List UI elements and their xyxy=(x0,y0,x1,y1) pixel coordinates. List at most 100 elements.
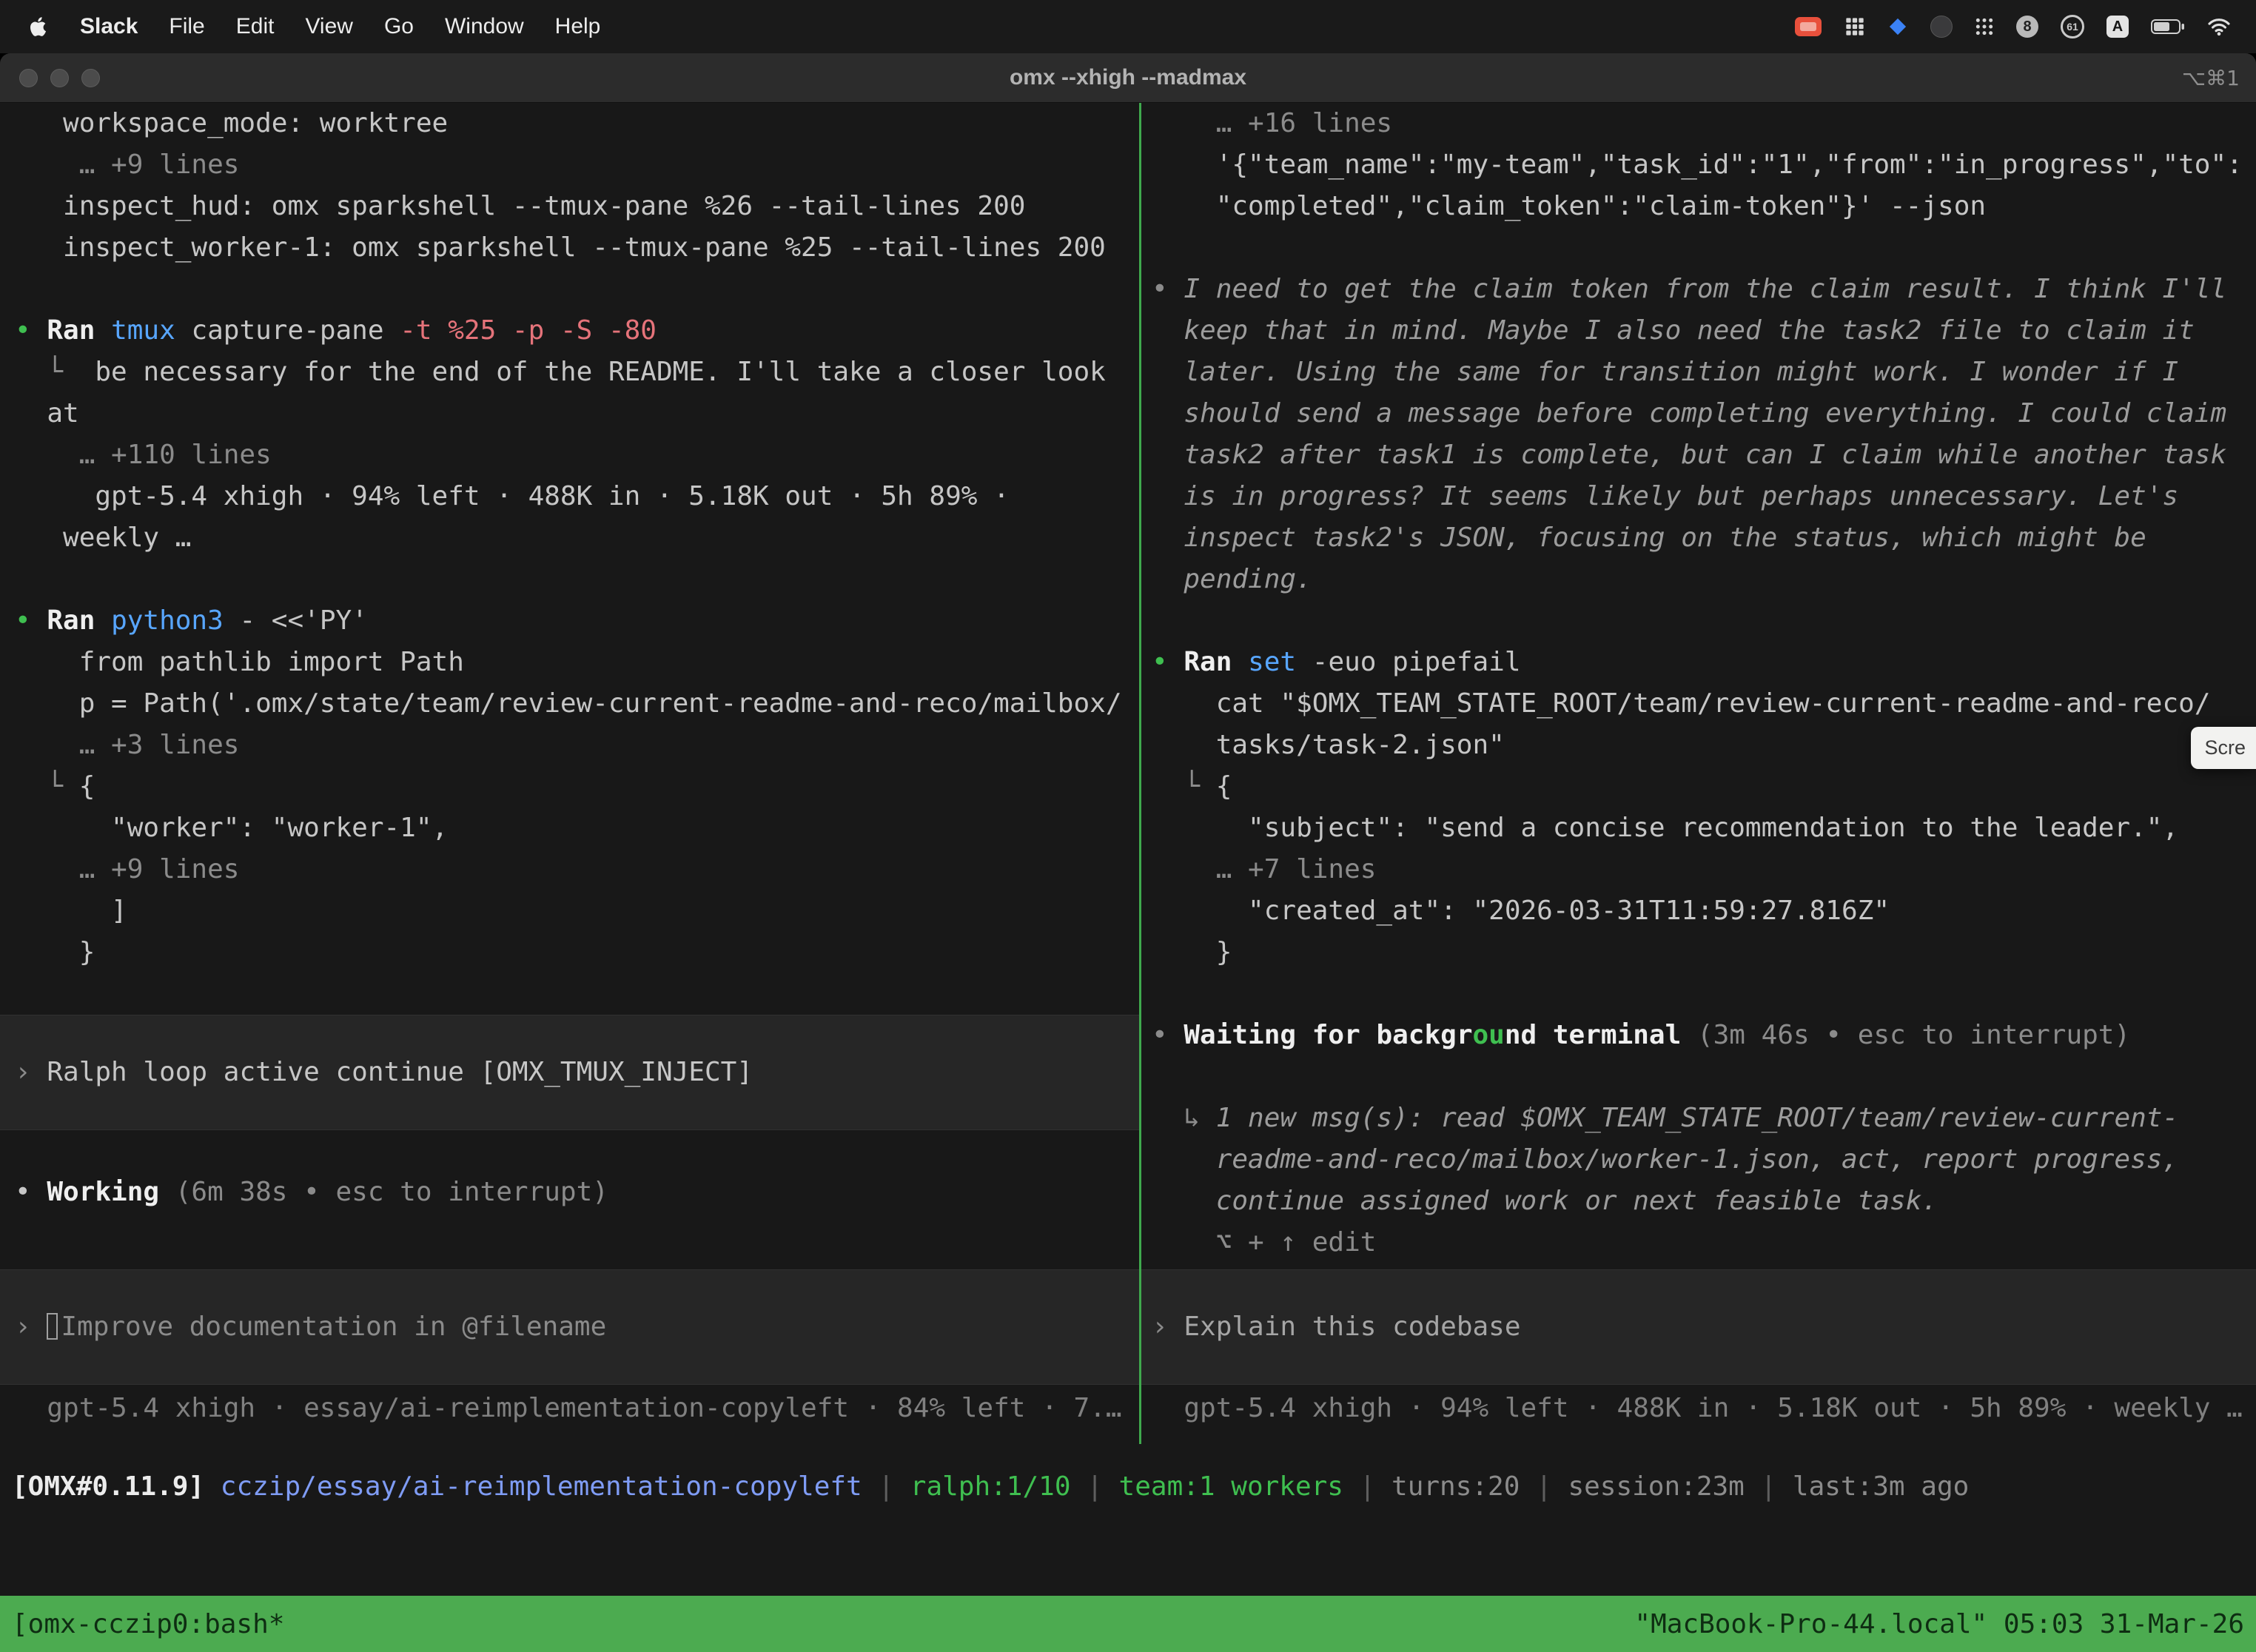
terminal-text: • xyxy=(1152,274,1184,304)
menu-item-view[interactable]: View xyxy=(305,14,352,39)
terminal-text: tasks/task-2.json" xyxy=(1152,730,1505,760)
terminal-line: gpt-5.4 xhigh · essay/ai-reimplementatio… xyxy=(0,1388,1139,1429)
status-segment: session:23m xyxy=(1568,1471,1744,1502)
zoom-button[interactable] xyxy=(81,69,100,87)
menu-item-file[interactable]: File xyxy=(169,14,204,39)
app-circle-icon[interactable] xyxy=(1930,16,1953,38)
terminal-text: • xyxy=(1152,647,1184,677)
terminal-text: … +110 lines xyxy=(15,440,272,470)
terminal-text: "worker": "worker-1", xyxy=(15,813,448,843)
terminal-text: Ralph loop active continue [OMX_TMUX_INJ… xyxy=(47,1057,753,1087)
minimize-button[interactable] xyxy=(50,69,69,87)
terminal-line: p = Path('.omx/state/team/review-current… xyxy=(0,683,1139,725)
grid-icon[interactable] xyxy=(1844,16,1865,37)
window-titlebar[interactable]: omx --xhigh --madmax ⌥⌘1 xyxy=(0,53,2256,103)
close-button[interactable] xyxy=(19,69,38,87)
terminal-text: tmux xyxy=(111,315,191,346)
battery-percent-label: 61 xyxy=(2067,21,2078,33)
battery-ring-icon[interactable]: 61 xyxy=(2061,15,2084,38)
terminal-line xyxy=(0,559,1139,600)
menu-item-window[interactable]: Window xyxy=(445,14,524,39)
terminal-pane-right[interactable]: … +16 lines '{"team_name":"my-team","tas… xyxy=(1141,103,2256,1444)
terminal-line: • Ran tmux capture-pane -t %25 -p -S -80 xyxy=(0,310,1139,352)
terminal-line: … +16 lines xyxy=(1141,103,2256,144)
terminal-line xyxy=(1141,600,2256,642)
terminal-line: … +9 lines xyxy=(0,144,1139,186)
screen-record-indicator[interactable] xyxy=(1794,16,1822,37)
terminal-text: cat "$OMX_TEAM_STATE_ROOT/team/review-cu… xyxy=(1152,688,2210,719)
terminal-text: (3m 46s • esc to interrupt) xyxy=(1697,1020,2130,1050)
composer-input[interactable]: › Improve documentation in @filename xyxy=(0,1269,1139,1385)
spacer xyxy=(1141,1263,2256,1269)
terminal-text: - <<'PY' xyxy=(239,605,367,636)
input-source-icon[interactable]: A xyxy=(2106,16,2129,38)
terminal-text: Explain this codebase xyxy=(1184,1312,1520,1342)
terminal-line: at xyxy=(0,393,1139,434)
terminal-line: } xyxy=(0,932,1139,973)
terminal-text: Ran xyxy=(47,315,111,346)
terminal-line: tasks/task-2.json" xyxy=(1141,725,2256,766)
terminal-text: └ xyxy=(1152,771,1216,802)
terminal-text: … +16 lines xyxy=(1152,108,1392,138)
terminal-text: Waiting for backgr xyxy=(1184,1020,1472,1050)
raycast-icon[interactable] xyxy=(1887,16,1908,37)
stats-icon[interactable]: 8 xyxy=(2016,16,2038,38)
terminal-line: continue assigned work or next feasible … xyxy=(1141,1181,2256,1222)
menu-item-help[interactable]: Help xyxy=(555,14,601,39)
terminal-line xyxy=(0,1213,1139,1255)
status-segment: ralph:1/10 xyxy=(910,1471,1071,1502)
status-segment: | xyxy=(862,1471,910,1502)
battery-icon[interactable] xyxy=(2151,18,2185,36)
suggestion-row[interactable]: › Explain this codebase xyxy=(1141,1269,2256,1385)
terminal-line: workspace_mode: worktree xyxy=(0,103,1139,144)
terminal-line: ⌥ + ↑ edit xyxy=(1141,1222,2256,1263)
terminal-text: nd terminal xyxy=(1505,1020,1697,1050)
terminal-line: └ { xyxy=(0,766,1139,807)
window-spacer xyxy=(0,1508,2256,1596)
terminal-line: • Ran set -euo pipefail xyxy=(1141,642,2256,683)
terminal-pane-left[interactable]: workspace_mode: worktree … +9 lines insp… xyxy=(0,103,1139,1444)
status-segment: [OMX#0.11.9] xyxy=(12,1471,204,1502)
traffic-lights xyxy=(0,69,100,87)
screen: Slack File Edit View Go Window Help 8 61 xyxy=(0,0,2256,1652)
terminal-line: } xyxy=(1141,932,2256,973)
terminal-text: weekly … xyxy=(15,523,191,553)
terminal-text: • xyxy=(1152,1020,1184,1050)
terminal-line xyxy=(1141,973,2256,1015)
apple-menu-icon[interactable] xyxy=(30,16,49,38)
status-segment: | xyxy=(1343,1471,1391,1502)
menu-app-name[interactable]: Slack xyxy=(80,14,138,39)
terminal-text: set xyxy=(1248,647,1312,677)
terminal-line: └ be necessary for the end of the README… xyxy=(0,352,1139,393)
injected-prompt-row[interactable]: › Ralph loop active continue [OMX_TMUX_I… xyxy=(0,1015,1139,1130)
terminal-text: "completed","claim_token":"claim-token"}… xyxy=(1152,191,1986,221)
terminal-line: pending. xyxy=(1141,559,2256,600)
terminal-text: keep that in mind. Maybe I also need the… xyxy=(1152,315,2195,346)
terminal-line: … +3 lines xyxy=(0,725,1139,766)
terminal-text: … +7 lines xyxy=(1152,854,1376,884)
terminal-text: { xyxy=(79,771,95,802)
terminal-text: ⌥ + ↑ edit xyxy=(1152,1227,1376,1258)
terminal-text: … +9 lines xyxy=(15,854,239,884)
terminal-text: pending. xyxy=(1152,564,1312,594)
terminal-text: } xyxy=(1152,937,1232,967)
terminal-text: └ xyxy=(15,771,79,802)
terminal-text: • xyxy=(15,605,47,636)
terminal-text: python3 xyxy=(111,605,239,636)
terminal-text: from pathlib import Path xyxy=(15,647,464,677)
screenshot-toast[interactable]: Scre xyxy=(2191,727,2256,769)
terminal-line: inspect task2's JSON, focusing on the st… xyxy=(1141,517,2256,559)
terminal-text: I need to get the claim token from the c… xyxy=(1184,274,2226,304)
terminal-line: task2 after task1 is complete, but can I… xyxy=(1141,434,2256,476)
terminal-line: "subject": "send a concise recommendatio… xyxy=(1141,807,2256,849)
terminal-line: inspect_hud: omx sparkshell --tmux-pane … xyxy=(0,186,1139,227)
menu-item-edit[interactable]: Edit xyxy=(236,14,275,39)
menu-item-go[interactable]: Go xyxy=(384,14,414,39)
terminal-line: • I need to get the claim token from the… xyxy=(1141,269,2256,310)
dots-grid-icon[interactable] xyxy=(1975,17,1994,36)
terminal-text: › xyxy=(15,1057,47,1087)
wifi-icon[interactable] xyxy=(2207,17,2231,36)
terminal-text: gpt-5.4 xhigh · 94% left · 488K in · 5.1… xyxy=(15,481,1010,511)
terminal-line: "completed","claim_token":"claim-token"}… xyxy=(1141,186,2256,227)
terminal-text: -t %25 -p -S -80 xyxy=(400,315,657,346)
